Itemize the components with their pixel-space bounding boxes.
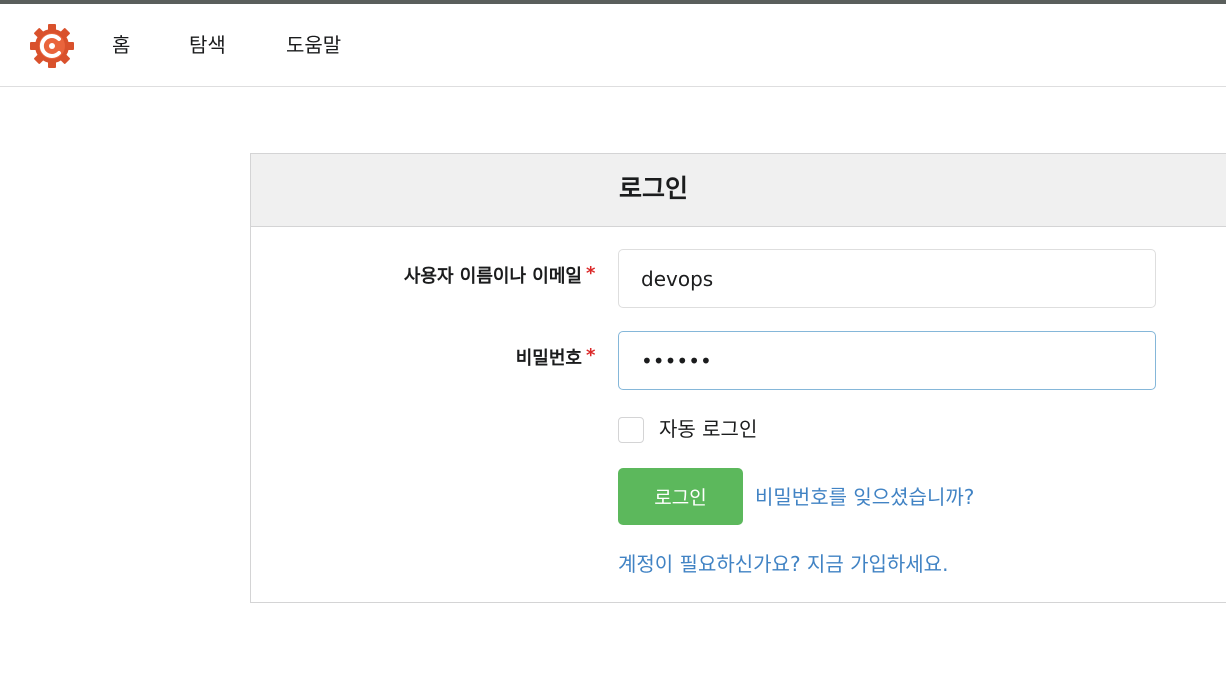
password-label: 비밀번호 — [515, 348, 582, 369]
gitea-logo-icon[interactable] — [30, 24, 74, 68]
login-card: 로그인 사용자 이름이나 이메일 * 비밀번호 * 자동 로그인 로그인 비밀번… — [250, 153, 1226, 603]
navbar: 홈 탐색 도움말 — [0, 4, 1226, 87]
nav-item-help[interactable]: 도움말 — [286, 30, 341, 60]
remember-me-checkbox[interactable] — [618, 417, 644, 443]
signup-link[interactable]: 계정이 필요하신가요? 지금 가입하세요. — [618, 549, 948, 579]
username-input[interactable] — [618, 249, 1156, 308]
login-button[interactable]: 로그인 — [618, 468, 743, 525]
password-input[interactable] — [618, 331, 1156, 390]
username-label: 사용자 이름이나 이메일 — [403, 266, 582, 287]
nav-item-explore[interactable]: 탐색 — [189, 30, 226, 60]
login-title: 로그인 — [619, 174, 689, 203]
remember-me-label[interactable]: 자동 로그인 — [659, 414, 757, 444]
login-card-header: 로그인 — [251, 154, 1226, 227]
nav-item-home[interactable]: 홈 — [112, 30, 130, 60]
forgot-password-link[interactable]: 비밀번호를 잊으셨습니까? — [755, 482, 974, 512]
password-required-mark: * — [586, 345, 596, 366]
username-required-mark: * — [586, 263, 596, 284]
